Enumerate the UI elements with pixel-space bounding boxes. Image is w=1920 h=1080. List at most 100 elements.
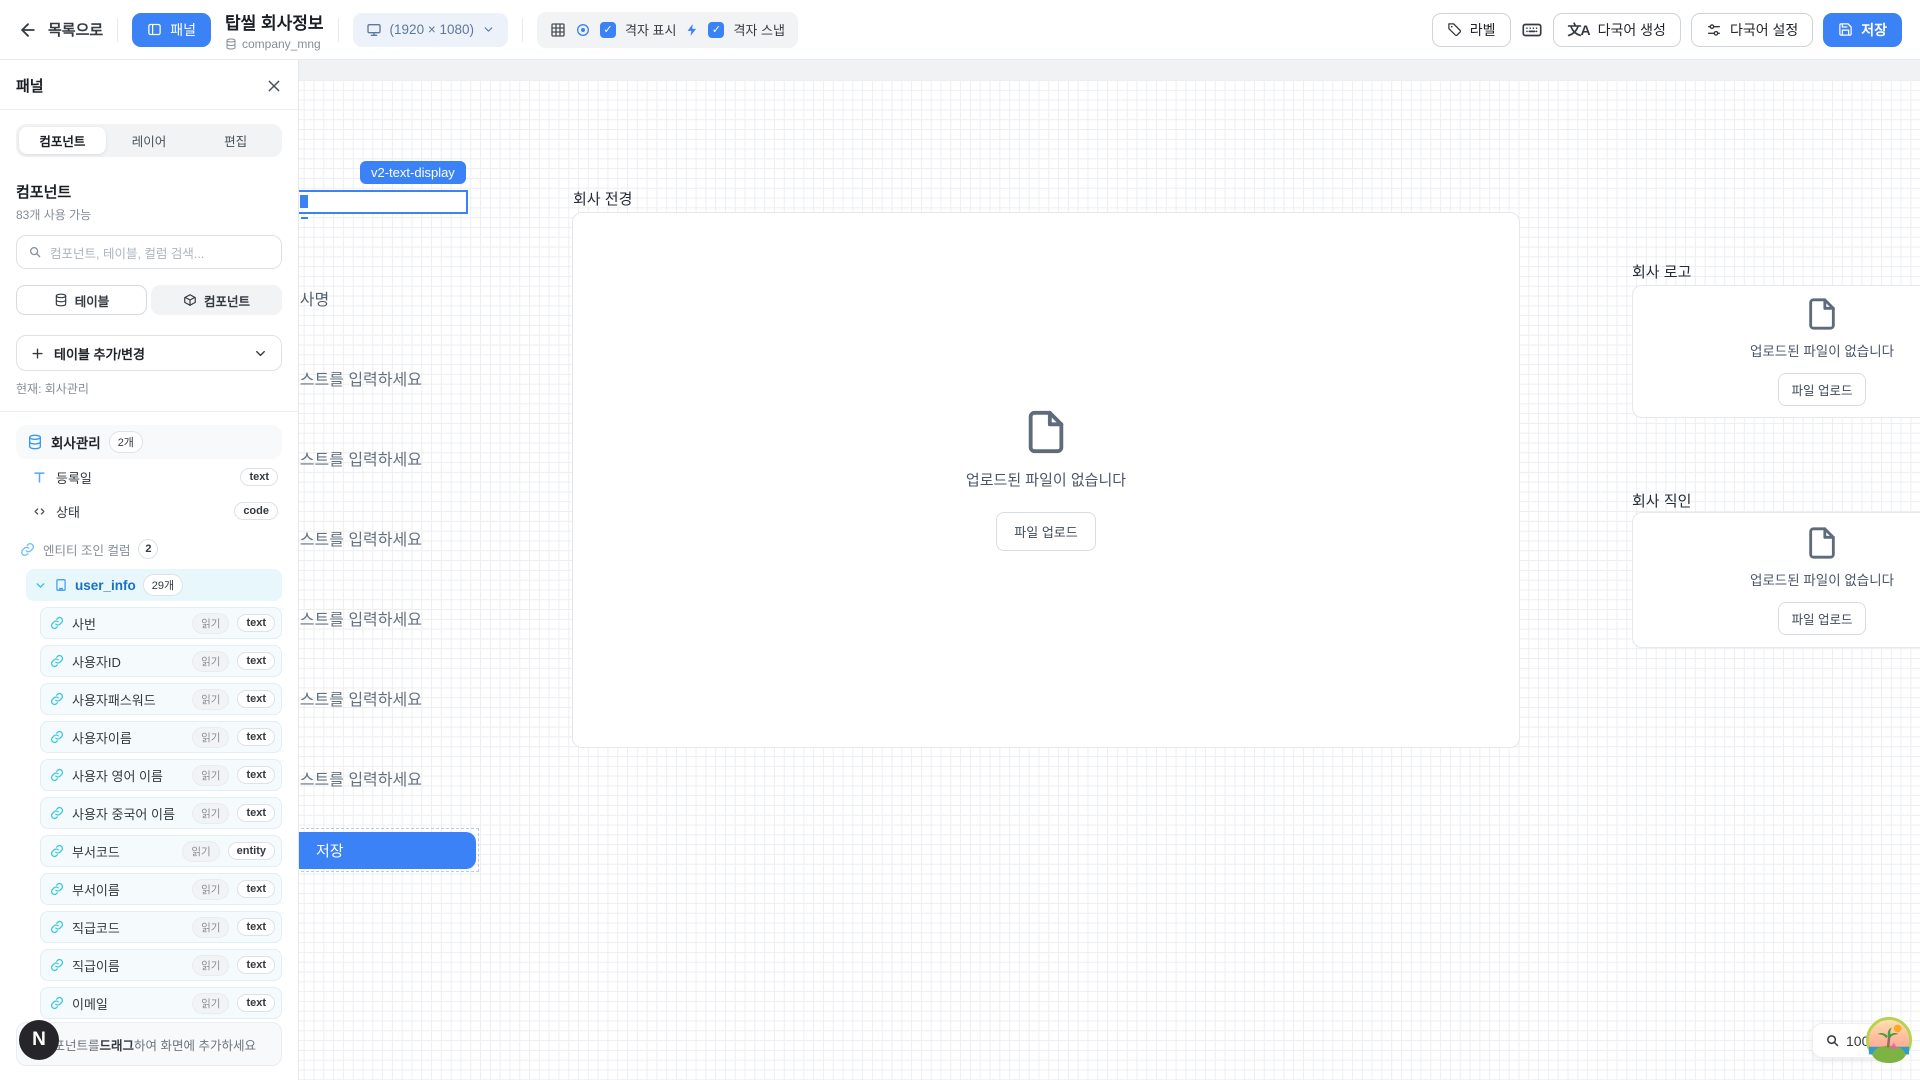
type-badge: text	[237, 728, 275, 746]
mode-table-button[interactable]: 테이블	[16, 285, 147, 315]
column-count-badge: 2개	[109, 431, 143, 453]
entity-column-row[interactable]: 부서코드 읽기 entity	[40, 835, 282, 867]
entity-column-row[interactable]: 사용자 영어 이름 읽기 text	[40, 759, 282, 791]
entity-column-row[interactable]: 사용자ID 읽기 text	[40, 645, 282, 677]
type-badge: text	[237, 652, 275, 670]
type-badge: text	[237, 766, 275, 784]
entity-column-row[interactable]: 이메일 읽기 text	[40, 987, 282, 1019]
access-badge: 읽기	[192, 917, 229, 938]
access-badge: 읽기	[192, 651, 229, 672]
entity-column-row[interactable]: 사용자이름 읽기 text	[40, 721, 282, 753]
i18n-generate-button[interactable]: 文A 다국어 생성	[1553, 13, 1681, 47]
selection-underline	[301, 217, 308, 219]
entity-name: user_info	[75, 578, 136, 593]
type-badge: text	[240, 468, 278, 486]
access-badge: 읽기	[192, 613, 229, 634]
grid-snap-checkbox[interactable]: ✓	[708, 22, 724, 38]
label-button[interactable]: 라벨	[1432, 13, 1511, 47]
entity-column-row[interactable]: 직급코드 읽기 text	[40, 911, 282, 943]
close-icon[interactable]	[266, 78, 282, 94]
grid-show-checkbox[interactable]: ✓	[600, 22, 616, 38]
column-name: 상태	[56, 502, 225, 521]
type-badge: text	[237, 614, 275, 632]
save-button-label: 저장	[1861, 20, 1887, 40]
upload-empty-text: 업로드된 파일이 없습니다	[966, 469, 1126, 490]
entity-join-section: 엔티티 조인 컬럼 2	[20, 539, 282, 559]
panel-toggle-button[interactable]: 패널	[132, 13, 211, 47]
text-display-placeholder[interactable]: 텍스트를 입력하세요	[285, 446, 422, 526]
text-display-placeholder[interactable]: 텍스트를 입력하세요	[285, 526, 422, 606]
database-icon	[225, 38, 237, 50]
hint-bold-text: 드래그	[100, 1035, 135, 1054]
keyboard-shortcuts-icon[interactable]	[1521, 19, 1543, 41]
entity-join-label: 엔티티 조인 컬럼	[43, 540, 130, 559]
back-arrow-icon	[18, 20, 38, 40]
components-available-count: 83개 사용 가능	[16, 206, 282, 223]
component-search-input[interactable]: 컴포넌트, 테이블, 컬럼 검색...	[16, 235, 282, 269]
file-upload-button[interactable]: 파일 업로드	[996, 512, 1095, 551]
mode-component-button[interactable]: 컴포넌트	[151, 285, 282, 315]
page-title: 탑씰 회사정보	[225, 9, 324, 34]
i18n-settings-button[interactable]: 다국어 설정	[1691, 13, 1813, 47]
entity-column-name: 사용자 영어 이름	[72, 766, 184, 785]
upload-card-company-view[interactable]: 업로드된 파일이 없습니다 파일 업로드	[572, 212, 1520, 748]
type-badge: entity	[228, 842, 275, 860]
link-icon	[50, 654, 64, 668]
add-table-label: 테이블 추가/변경	[54, 344, 244, 363]
text-display-placeholder[interactable]: 텍스트를 입력하세요	[285, 366, 422, 446]
file-icon	[1805, 526, 1839, 560]
entity-column-list: 사번 읽기 text 사용자ID 읽기 text 사용자패스워드 읽기 text…	[40, 607, 282, 1019]
add-table-button[interactable]: 테이블 추가/변경	[16, 335, 282, 371]
link-icon	[20, 542, 35, 557]
current-table-text: 현재: 회사관리	[16, 380, 282, 397]
link-icon	[50, 692, 64, 706]
n-floating-widget[interactable]: N	[19, 1020, 59, 1060]
back-to-list-button[interactable]: 목록으로	[18, 19, 103, 40]
chevron-down-icon	[482, 23, 495, 36]
selected-text-component[interactable]	[292, 190, 468, 214]
island-widget-icon[interactable]	[1866, 1017, 1912, 1063]
panel-button-label: 패널	[170, 20, 196, 40]
text-display-placeholder[interactable]: 텍스트를 입력하세요	[285, 686, 422, 766]
i18n-generate-label: 다국어 생성	[1598, 20, 1666, 40]
upload-empty-text: 업로드된 파일이 없습니다	[1750, 569, 1894, 589]
column-row-status[interactable]: 상태 code	[24, 495, 282, 527]
resolution-selector[interactable]: (1920 × 1080)	[353, 13, 508, 47]
file-upload-button[interactable]: 파일 업로드	[1778, 373, 1867, 406]
tab-layers[interactable]: 레이어	[106, 127, 193, 154]
upload-label-company-view: 회사 전경	[573, 188, 632, 209]
tab-components[interactable]: 컴포넌트	[19, 127, 106, 154]
upload-label-company-seal: 회사 직인	[1632, 490, 1691, 511]
entity-column-name: 사용자패스워드	[72, 690, 184, 709]
access-badge: 읽기	[192, 993, 229, 1014]
entity-column-row[interactable]: 사번 읽기 text	[40, 607, 282, 639]
entity-column-name: 이메일	[72, 994, 184, 1013]
grid-icon	[550, 22, 566, 38]
text-display-placeholder[interactable]: 텍스트를 입력하세요	[285, 606, 422, 686]
save-button[interactable]: 저장	[1823, 13, 1902, 47]
chevron-down-icon	[34, 579, 47, 592]
link-icon	[50, 730, 64, 744]
upload-card-company-logo[interactable]: 업로드된 파일이 없습니다 파일 업로드	[1632, 285, 1920, 418]
canvas-save-button[interactable]: 저장	[286, 832, 476, 869]
entity-column-row[interactable]: 사용자 중국어 이름 읽기 text	[40, 797, 282, 829]
entity-column-row[interactable]: 부서이름 읽기 text	[40, 873, 282, 905]
upload-card-company-seal[interactable]: 업로드된 파일이 없습니다 파일 업로드	[1632, 512, 1920, 648]
hint-text: 하여 화면에 추가하세요	[134, 1035, 256, 1054]
canvas-save-selection: 저장	[281, 828, 479, 872]
entity-column-row[interactable]: 직급이름 읽기 text	[40, 949, 282, 981]
column-row-regdate[interactable]: 등록일 text	[24, 461, 282, 493]
code-type-icon	[32, 504, 47, 519]
type-badge: text	[237, 918, 275, 936]
building-icon	[54, 578, 68, 592]
link-icon	[50, 996, 64, 1010]
tag-icon	[1447, 22, 1462, 37]
entity-column-row[interactable]: 사용자패스워드 읽기 text	[40, 683, 282, 715]
column-name: 등록일	[56, 468, 231, 487]
tab-edit[interactable]: 편집	[192, 127, 279, 154]
file-upload-button[interactable]: 파일 업로드	[1778, 602, 1867, 635]
monitor-icon	[366, 22, 382, 38]
entity-column-name: 사용자ID	[72, 652, 184, 671]
table-group-row[interactable]: 회사관리 2개	[16, 425, 282, 459]
entity-group-user-info[interactable]: user_info 29개	[26, 569, 282, 601]
